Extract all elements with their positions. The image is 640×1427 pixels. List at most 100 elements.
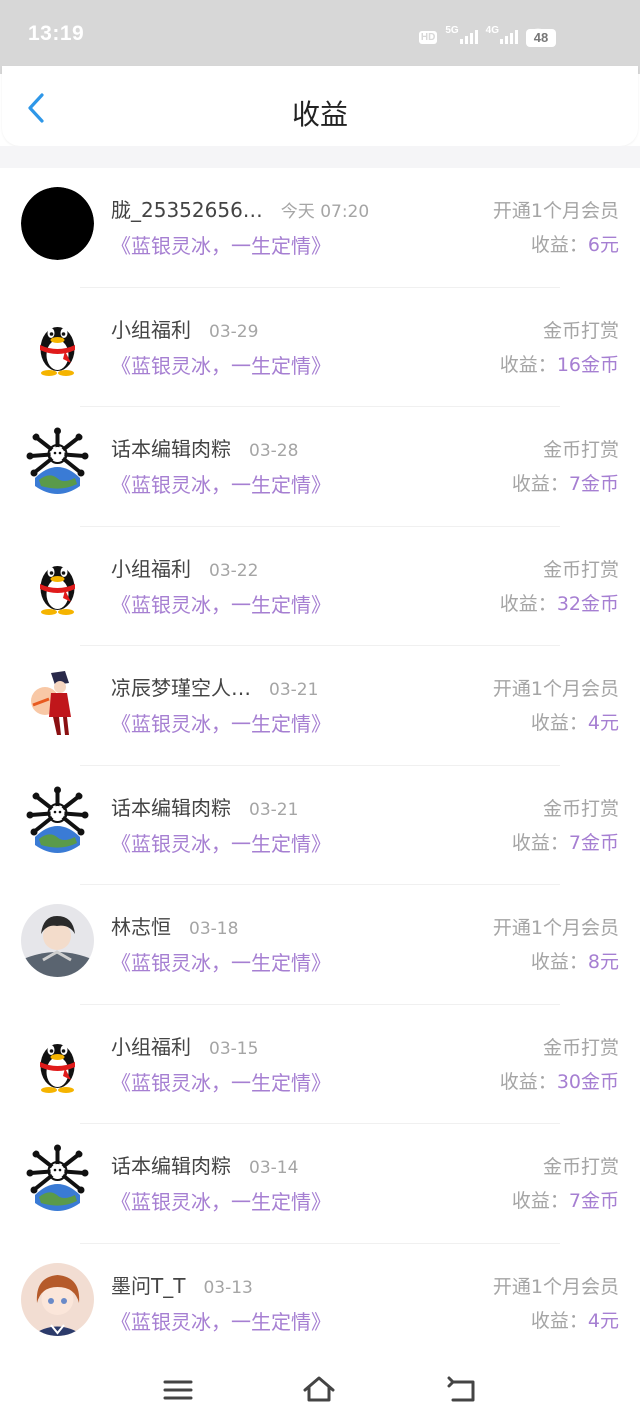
- earning-type: 开通1个月会员: [492, 917, 619, 939]
- avatar[interactable]: [21, 1143, 94, 1216]
- user-name: 凉辰梦瑾空人…: [111, 676, 251, 700]
- record-date: 今天 07:20: [280, 202, 370, 222]
- earning-label: 收益：: [530, 1309, 588, 1332]
- book-title[interactable]: 《蓝银灵冰，一生定情》: [111, 350, 331, 379]
- book-title[interactable]: 《蓝银灵冰，一生定情》: [111, 230, 331, 259]
- earning-value: 7金币: [568, 831, 619, 854]
- home-icon[interactable]: [302, 1372, 336, 1406]
- earning-amount: 收益：16金币: [500, 350, 619, 377]
- user-name: 话本编辑肉粽: [111, 795, 231, 820]
- earning-amount: 收益：4元: [531, 1306, 619, 1333]
- earning-row[interactable]: 话本编辑肉粽 03-28 《蓝银灵冰，一生定情》 金币打赏 收益：7金币: [0, 407, 640, 527]
- earning-value: 7金币: [568, 1190, 619, 1212]
- record-date: 03-21: [249, 799, 299, 820]
- book-title[interactable]: 《蓝银灵冰，一生定情》: [111, 1186, 331, 1215]
- user-name: 林志恒: [111, 915, 171, 939]
- record-date: 03-15: [209, 1038, 259, 1059]
- earning-row[interactable]: 林志恒 03-18 《蓝银灵冰，一生定情》 开通1个月会员 收益：8元: [0, 885, 640, 1005]
- user-name: 小组福利: [111, 317, 191, 342]
- user-name: 小组福利: [111, 1034, 191, 1059]
- earning-row[interactable]: 话本编辑肉粽 03-14 《蓝银灵冰，一生定情》 金币打赏 收益：7金币: [0, 1124, 640, 1244]
- earnings-list: 胧_25352656… 今天 07:20 《蓝银灵冰，一生定情》 开通1个月会员…: [0, 168, 640, 1363]
- back-icon[interactable]: [445, 1372, 479, 1406]
- earning-value: 6元: [587, 234, 619, 256]
- earning-amount: 收益：8元: [531, 947, 619, 974]
- earning-value: 30金币: [556, 1070, 619, 1093]
- earning-type: 金币打赏: [542, 558, 619, 581]
- book-title[interactable]: 《蓝银灵冰，一生定情》: [111, 708, 331, 737]
- earning-amount: 收益：7金币: [512, 828, 619, 855]
- earning-label: 收益：: [530, 712, 588, 734]
- book-title[interactable]: 《蓝银灵冰，一生定情》: [111, 469, 331, 498]
- earning-amount: 收益：30金币: [500, 1067, 619, 1094]
- earning-amount: 收益：6元: [531, 230, 619, 257]
- avatar[interactable]: [21, 1262, 94, 1336]
- book-title[interactable]: 《蓝银灵冰，一生定情》: [111, 828, 331, 857]
- user-name: 胧_25352656…: [111, 198, 263, 222]
- status-bar: 13:19 HD 5G 4G 48: [0, 0, 640, 74]
- book-title[interactable]: 《蓝银灵冰，一生定情》: [111, 589, 331, 618]
- earning-amount: 收益：7金币: [512, 1186, 619, 1213]
- earning-label: 收益：: [511, 831, 569, 854]
- earning-label: 收益：: [511, 1190, 569, 1212]
- status-time: 13:19: [28, 22, 85, 45]
- avatar[interactable]: [21, 904, 94, 977]
- signal-4g-icon: 4G: [486, 25, 518, 44]
- avatar[interactable]: [21, 545, 94, 619]
- record-date: 03-13: [203, 1277, 253, 1298]
- system-nav-bar: [0, 1352, 640, 1427]
- earning-type: 金币打赏: [542, 319, 619, 342]
- record-date: 03-14: [249, 1158, 299, 1178]
- earning-row[interactable]: 凉辰梦瑾空人… 03-21 《蓝银灵冰，一生定情》 开通1个月会员 收益：4元: [0, 646, 640, 766]
- earning-label: 收益：: [499, 353, 557, 376]
- avatar[interactable]: [21, 1023, 94, 1097]
- earning-label: 收益：: [530, 951, 588, 973]
- book-title[interactable]: 《蓝银灵冰，一生定情》: [111, 947, 331, 976]
- earning-type: 金币打赏: [542, 797, 619, 820]
- record-date: 03-29: [209, 321, 259, 342]
- earning-amount: 收益：4元: [531, 708, 619, 735]
- header-separator: [0, 146, 640, 168]
- earning-type: 金币打赏: [542, 1036, 619, 1059]
- earning-type: 金币打赏: [542, 439, 619, 461]
- earning-amount: 收益：7金币: [512, 469, 619, 496]
- earning-value: 8元: [587, 951, 619, 973]
- earning-type: 开通1个月会员: [492, 200, 619, 222]
- record-date: 03-18: [189, 919, 239, 939]
- earning-label: 收益：: [499, 1070, 557, 1093]
- record-date: 03-28: [249, 441, 299, 461]
- page-title: 收益: [291, 98, 348, 131]
- user-name: 墨问T_T: [111, 1273, 186, 1298]
- hd-icon: HD: [418, 30, 438, 44]
- earning-row[interactable]: 小组福利 03-15 《蓝银灵冰，一生定情》 金币打赏 收益：30金币: [0, 1005, 640, 1124]
- earning-row[interactable]: 小组福利 03-22 《蓝银灵冰，一生定情》 金币打赏 收益：32金币: [0, 527, 640, 646]
- avatar[interactable]: [21, 187, 94, 260]
- menu-icon[interactable]: [161, 1372, 195, 1406]
- earning-row[interactable]: 小组福利 03-29 《蓝银灵冰，一生定情》 金币打赏 收益：16金币: [0, 288, 640, 407]
- avatar[interactable]: [21, 306, 94, 380]
- earning-amount: 收益：32金币: [500, 589, 619, 616]
- user-name: 话本编辑肉粽: [111, 437, 231, 461]
- avatar[interactable]: [21, 665, 94, 738]
- user-name: 话本编辑肉粽: [111, 1154, 231, 1178]
- book-title[interactable]: 《蓝银灵冰，一生定情》: [111, 1067, 331, 1096]
- header: 收益: [2, 66, 638, 146]
- earning-label: 收益：: [499, 592, 557, 615]
- earning-value: 4元: [587, 1309, 619, 1332]
- battery-icon: 48: [526, 29, 556, 47]
- earning-value: 16金币: [556, 353, 619, 376]
- earning-label: 收益：: [530, 234, 588, 256]
- earning-label: 收益：: [511, 473, 569, 495]
- earning-row[interactable]: 胧_25352656… 今天 07:20 《蓝银灵冰，一生定情》 开通1个月会员…: [0, 168, 640, 288]
- earning-type: 开通1个月会员: [492, 678, 619, 700]
- earning-type: 开通1个月会员: [492, 1275, 619, 1298]
- earning-row[interactable]: 墨问T_T 03-13 《蓝银灵冰，一生定情》 开通1个月会员 收益：4元: [0, 1244, 640, 1363]
- signal-5g-icon: 5G: [445, 25, 478, 44]
- avatar[interactable]: [21, 784, 94, 858]
- earning-value: 4元: [587, 712, 619, 734]
- avatar[interactable]: [21, 426, 94, 499]
- earning-value: 32金币: [556, 592, 619, 615]
- earning-row[interactable]: 话本编辑肉粽 03-21 《蓝银灵冰，一生定情》 金币打赏 收益：7金币: [0, 766, 640, 885]
- book-title[interactable]: 《蓝银灵冰，一生定情》: [111, 1306, 331, 1335]
- earning-value: 7金币: [568, 473, 619, 495]
